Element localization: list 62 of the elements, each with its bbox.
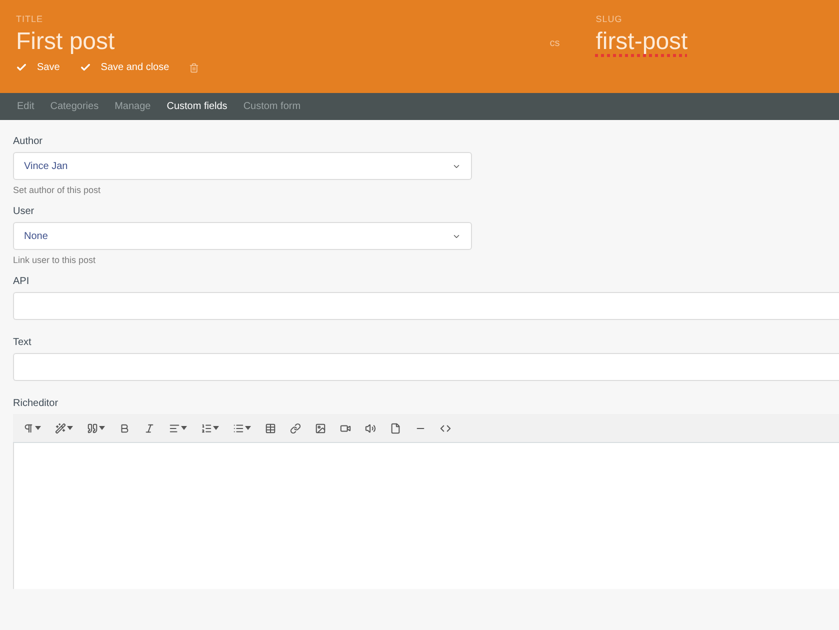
toolbar-file-button[interactable] (390, 422, 401, 434)
tab[interactable]: Categories (50, 101, 99, 112)
code-icon (440, 422, 451, 434)
tab[interactable]: Manage (114, 101, 151, 112)
help-text: Link user to this post (13, 255, 97, 265)
caret-icon (181, 426, 187, 430)
help-text: Set author of this post (13, 185, 102, 195)
toolbar-align-button[interactable] (169, 422, 187, 434)
field-label: Richeditor (13, 398, 60, 409)
toolbar-ordered-list-button[interactable] (201, 422, 219, 434)
wand-icon (55, 422, 66, 434)
bullet-list-icon (233, 422, 244, 434)
quote-icon (87, 422, 98, 434)
caret-icon (35, 426, 41, 430)
table-icon (265, 422, 276, 434)
caret-icon (213, 426, 219, 430)
numbered-list-icon (201, 422, 212, 434)
link-icon (290, 422, 301, 434)
pilcrow-icon (23, 422, 34, 434)
toolbar-image-button[interactable] (315, 422, 326, 434)
toolbar-style-button[interactable] (55, 422, 73, 434)
toolbar-italic-button[interactable] (144, 422, 155, 434)
input-field[interactable] (13, 292, 839, 320)
toolbar-code-button[interactable] (440, 422, 451, 434)
caret-icon (99, 426, 105, 430)
post-title[interactable]: First post (16, 28, 115, 56)
save-button[interactable]: Save and close (80, 62, 170, 73)
toolbar-paragraph-button[interactable] (23, 422, 41, 434)
input-field[interactable] (13, 353, 839, 381)
bold-icon (119, 422, 130, 434)
language-code[interactable]: cs (550, 38, 560, 49)
check-icon (16, 62, 27, 73)
field-label: Author (13, 136, 44, 147)
title-label: TITLE (16, 14, 44, 24)
toolbar-table-button[interactable] (265, 422, 276, 434)
toolbar-quote-button[interactable] (87, 422, 105, 434)
image-icon (315, 422, 326, 434)
save-button[interactable]: Save (16, 62, 60, 73)
italic-icon (144, 422, 155, 434)
tab[interactable]: Custom fields (166, 101, 228, 112)
video-camera-icon (340, 422, 351, 434)
field-label: API (13, 276, 30, 287)
field-label: Text (13, 337, 32, 348)
toolbar-bold-button[interactable] (119, 422, 130, 434)
toolbar-bullet-list-button[interactable] (233, 422, 251, 434)
toolbar-link-button[interactable] (290, 422, 301, 434)
select-field[interactable]: Vince Jan (13, 152, 472, 180)
select-field[interactable]: None (13, 222, 472, 250)
toolbar-audio-button[interactable] (365, 422, 376, 434)
caret-icon (67, 426, 73, 430)
speaker-icon (365, 422, 376, 434)
trash-icon (189, 62, 200, 72)
post-slug[interactable]: first-post (596, 28, 688, 56)
toolbar-video-button[interactable] (340, 422, 351, 434)
field-label: User (13, 206, 36, 217)
tab[interactable]: Custom form (243, 101, 301, 112)
file-icon (390, 422, 401, 434)
tab[interactable]: Edit (17, 101, 34, 112)
check-icon (80, 62, 91, 73)
slug-label: SLUG (596, 14, 624, 24)
caret-icon (245, 426, 251, 430)
align-left-icon (169, 422, 180, 434)
